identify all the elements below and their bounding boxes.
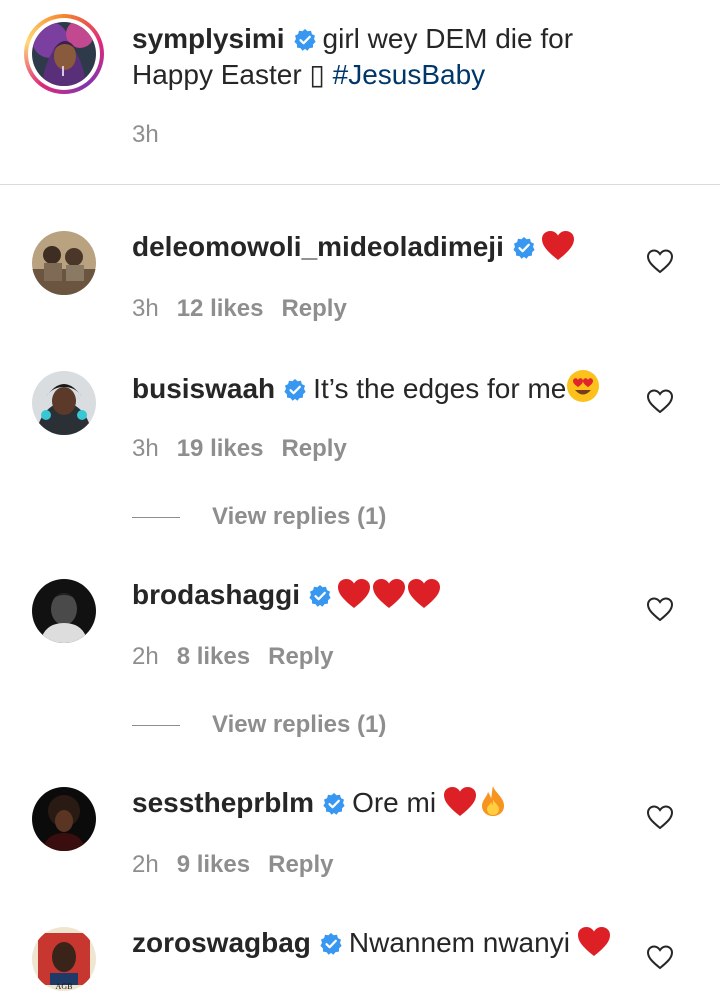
red-heart-emoji-icon	[373, 579, 406, 609]
reply-button[interactable]: Reply	[268, 643, 333, 670]
red-heart-emoji-icon	[338, 579, 371, 609]
verified-badge-icon	[308, 581, 332, 607]
comment-time: 2h	[132, 643, 159, 670]
like-heart-icon[interactable]	[646, 248, 674, 274]
reply-button[interactable]: Reply	[281, 435, 346, 462]
avatar-brodashaggi[interactable]	[32, 579, 96, 643]
reply-button[interactable]: Reply	[281, 295, 346, 322]
post-caption: symplysimi girl wey DEM die for Happy Eas…	[0, 0, 720, 185]
like-heart-icon[interactable]	[646, 596, 674, 622]
comment-username[interactable]: deleomowoli_mideoladimeji	[132, 231, 504, 262]
comment-username[interactable]: brodashaggi	[132, 579, 300, 610]
avatar-busiswaah[interactable]	[32, 371, 96, 435]
story-ring[interactable]	[24, 14, 104, 94]
avatar-deleomowoli[interactable]	[32, 231, 96, 295]
verified-badge-icon	[512, 233, 536, 259]
comment-time: 3h	[132, 435, 159, 462]
comment-likes[interactable]: 8 likes	[177, 643, 250, 670]
comment-likes[interactable]: 12 likes	[177, 295, 264, 322]
avatar-sesstheprblm[interactable]	[32, 787, 96, 851]
comment-text: Nwannem nwanyi	[348, 927, 570, 958]
missing-glyph: ▯	[309, 58, 325, 91]
avatar-label: AGB	[56, 982, 73, 991]
avatar-symplysimi[interactable]	[32, 22, 96, 86]
username[interactable]: symplysimi	[132, 23, 285, 54]
red-heart-emoji-icon	[443, 787, 476, 817]
comment-username[interactable]: sesstheprblm	[132, 787, 314, 818]
replies-line	[132, 517, 180, 519]
divider	[0, 184, 720, 185]
verified-badge-icon	[293, 25, 317, 51]
comment-likes[interactable]: 9 likes	[177, 851, 250, 878]
view-replies-button[interactable]: View replies (1)	[132, 711, 386, 739]
caption-time: 3h	[132, 121, 159, 148]
comment-text: It’s the edges for me	[313, 373, 567, 404]
red-heart-emoji-icon	[577, 927, 610, 957]
fire-emoji-icon	[480, 785, 506, 817]
like-heart-icon[interactable]	[646, 804, 674, 830]
caption-line2: Happy Easter	[132, 59, 302, 90]
caption-text: symplysimi girl wey DEM die for Happy Eas…	[132, 21, 573, 93]
replies-line	[132, 725, 180, 727]
verified-badge-icon	[283, 375, 307, 401]
comment-text: Ore mi	[352, 787, 437, 818]
comment-time: 2h	[132, 851, 159, 878]
comment-likes[interactable]: 19 likes	[177, 435, 264, 462]
comment-username[interactable]: busiswaah	[132, 373, 275, 404]
like-heart-icon[interactable]	[646, 388, 674, 414]
comment-username[interactable]: zoroswagbag	[132, 927, 311, 958]
caption-line1: girl wey DEM die for	[322, 23, 574, 54]
like-heart-icon[interactable]	[646, 944, 674, 970]
hashtag-link[interactable]: #JesusBaby	[333, 59, 486, 90]
red-heart-emoji-icon	[541, 231, 574, 261]
verified-badge-icon	[322, 789, 346, 815]
comment-time: 3h	[132, 295, 159, 322]
reply-button[interactable]: Reply	[268, 851, 333, 878]
heart-eyes-emoji-icon	[566, 369, 600, 403]
verified-badge-icon	[319, 929, 343, 955]
red-heart-emoji-icon	[408, 579, 441, 609]
view-replies-button[interactable]: View replies (1)	[132, 503, 386, 531]
avatar-zoroswagbag[interactable]: AGB	[32, 927, 96, 991]
